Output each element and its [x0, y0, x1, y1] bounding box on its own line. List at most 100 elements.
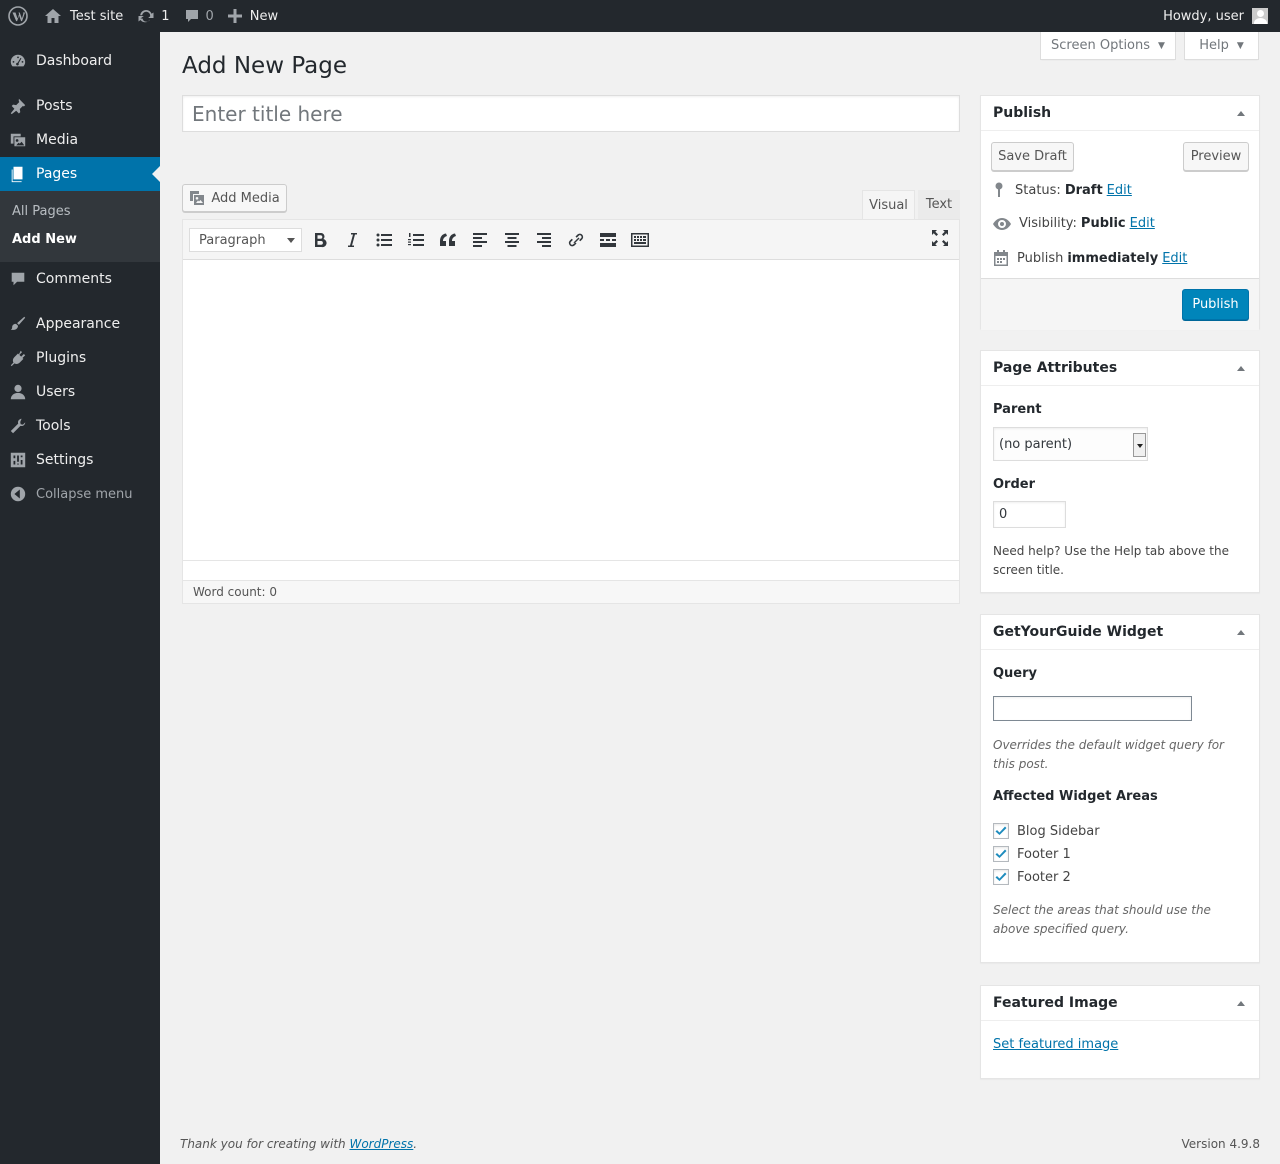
publish-box-header[interactable]: Publish [981, 96, 1259, 131]
caret-up-icon[interactable] [1237, 111, 1245, 116]
italic-button[interactable] [340, 229, 364, 251]
editor-content-area[interactable] [183, 261, 959, 561]
sidebar-item-settings[interactable]: Settings [0, 443, 160, 477]
sidebar-item-comments[interactable]: Comments [0, 262, 160, 296]
toolbar-toggle-button[interactable] [628, 229, 652, 251]
site-name-label: Test site [70, 8, 124, 24]
blockquote-button[interactable] [436, 229, 460, 251]
read-more-button[interactable] [596, 229, 620, 251]
publish-box-title: Publish [993, 105, 1052, 121]
publish-time-row: Publish immediately Edit [993, 250, 1187, 266]
affected-areas-label: Affected Widget Areas [993, 789, 1158, 804]
collapse-label: Collapse menu [36, 486, 133, 502]
checkbox[interactable] [993, 869, 1009, 885]
submenu-all-pages[interactable]: All Pages [12, 204, 71, 219]
paintbrush-icon [0, 315, 36, 333]
query-input[interactable] [993, 696, 1192, 721]
caret-up-icon[interactable] [1237, 366, 1245, 371]
sidebar-item-users[interactable]: Users [0, 375, 160, 409]
admin-bar: Test site 1 0 New Howdy, user [0, 0, 1280, 32]
preview-label: Preview [1190, 149, 1242, 164]
footer-thanks-text: Thank you for creating with [180, 1137, 346, 1151]
align-right-icon [537, 233, 551, 247]
avatar [1252, 8, 1268, 24]
updates-link[interactable]: 1 [130, 0, 176, 32]
featured-image-header[interactable]: Featured Image [981, 986, 1259, 1021]
checkbox-blog-sidebar[interactable]: Blog Sidebar [993, 823, 1100, 839]
checkbox[interactable] [993, 846, 1009, 862]
wrench-icon [0, 417, 36, 435]
insert-link-button[interactable] [564, 229, 588, 251]
checkbox-footer-1[interactable]: Footer 1 [993, 846, 1071, 862]
wordpress-link[interactable]: WordPress [349, 1137, 413, 1151]
query-help: Overrides the default widget query for t… [993, 738, 1224, 771]
comment-icon [185, 10, 198, 22]
new-content-link[interactable]: New [221, 0, 285, 32]
page-attributes-box: Page Attributes Parent (no parent) Order… [980, 350, 1260, 593]
submenu-add-new[interactable]: Add New [12, 232, 77, 247]
site-name-link[interactable]: Test site [36, 0, 130, 32]
footer-thanks: Thank you for creating with WordPress. [180, 1137, 417, 1151]
featured-image-title: Featured Image [993, 995, 1118, 1011]
collapse-menu-button[interactable]: Collapse menu [0, 477, 160, 511]
save-draft-button[interactable]: Save Draft [991, 142, 1074, 171]
checkbox[interactable] [993, 823, 1009, 839]
query-label: Query [993, 666, 1038, 681]
preview-button[interactable]: Preview [1183, 142, 1249, 171]
tab-visual[interactable]: Visual [862, 190, 915, 219]
footer-period: . [413, 1137, 418, 1151]
sidebar-item-label: Settings [36, 452, 94, 468]
bullet-list-button[interactable] [372, 229, 396, 251]
sidebar-item-tools[interactable]: Tools [0, 409, 160, 443]
comments-link[interactable]: 0 [177, 0, 221, 32]
caret-up-icon[interactable] [1237, 630, 1245, 635]
sidebar-item-label: Tools [36, 418, 71, 434]
edit-status-link[interactable]: Edit [1107, 183, 1132, 198]
admin-menu: Dashboard Posts Media Pages All Pages Ad… [0, 32, 160, 1164]
caret-up-icon[interactable] [1237, 1001, 1245, 1006]
sidebar-item-pages[interactable]: Pages [0, 157, 160, 191]
format-select[interactable]: Paragraph [189, 228, 302, 252]
checkbox-footer-2[interactable]: Footer 2 [993, 869, 1071, 885]
set-featured-image-link[interactable]: Set featured image [993, 1037, 1118, 1052]
screen-options-button[interactable]: Screen Options ▼ [1040, 32, 1176, 60]
parent-select-value: (no parent) [999, 436, 1073, 452]
checkbox-label: Footer 1 [1017, 846, 1071, 862]
sidebar-item-dashboard[interactable]: Dashboard [0, 44, 160, 78]
sidebar-item-media[interactable]: Media [0, 123, 160, 157]
edit-visibility-link[interactable]: Edit [1130, 216, 1155, 231]
tab-text[interactable]: Text [918, 190, 960, 219]
order-input[interactable]: 0 [993, 501, 1066, 528]
collapse-icon [0, 485, 36, 503]
sidebar-item-plugins[interactable]: Plugins [0, 341, 160, 375]
help-button[interactable]: Help ▼ [1184, 32, 1259, 60]
edit-publish-time-link[interactable]: Edit [1162, 251, 1187, 266]
updates-count: 1 [161, 8, 170, 24]
sidebar-item-label: Dashboard [36, 53, 112, 69]
parent-select[interactable]: (no parent) [993, 427, 1148, 461]
sidebar-item-posts[interactable]: Posts [0, 89, 160, 123]
howdy-label: Howdy, user [1163, 8, 1244, 24]
getyourguide-widget-header[interactable]: GetYourGuide Widget [981, 615, 1259, 650]
post-title-input[interactable] [182, 95, 960, 132]
align-right-button[interactable] [532, 229, 556, 251]
media-icon [190, 191, 205, 205]
align-center-button[interactable] [500, 229, 524, 251]
bold-button[interactable] [308, 229, 332, 251]
fullscreen-button[interactable] [928, 227, 952, 249]
editor-toolbar: Paragraph [183, 220, 959, 260]
sidebar-item-label: Appearance [36, 316, 121, 332]
page-attributes-header[interactable]: Page Attributes [981, 351, 1259, 386]
wordpress-logo-icon[interactable] [0, 0, 36, 32]
align-left-button[interactable] [468, 229, 492, 251]
my-account-link[interactable]: Howdy, user [1156, 0, 1280, 32]
sidebar-item-label: Pages [36, 166, 78, 182]
publish-button[interactable]: Publish [1182, 289, 1249, 320]
numbered-list-button[interactable] [404, 229, 428, 251]
page-attributes-help: Need help? Use the Help tab above the sc… [993, 544, 1230, 577]
sidebar-item-appearance[interactable]: Appearance [0, 307, 160, 341]
word-count: Word count: 0 [193, 585, 278, 599]
help-label: Help [1199, 38, 1229, 53]
caret-down-icon: ▼ [1158, 40, 1165, 51]
add-media-button[interactable]: Add Media [182, 184, 287, 212]
